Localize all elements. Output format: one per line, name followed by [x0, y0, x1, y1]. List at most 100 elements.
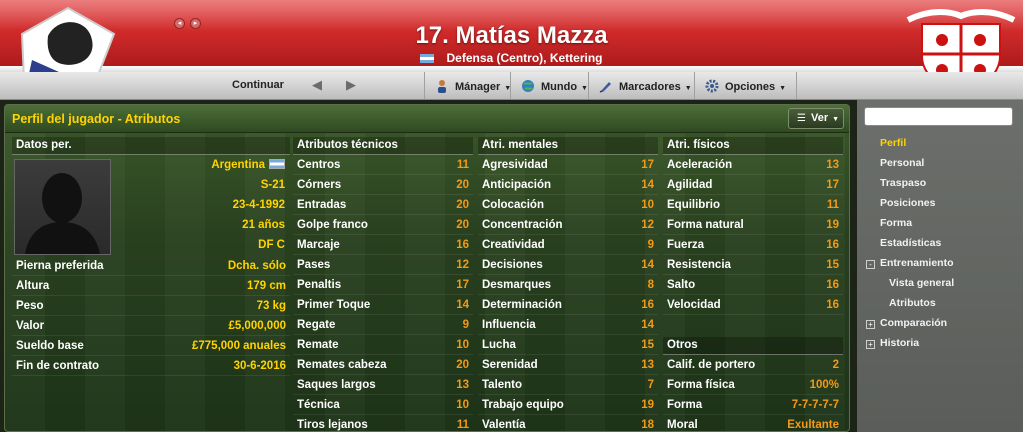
technical-row[interactable]: Penaltis 17	[293, 275, 473, 295]
sidebar-item[interactable]: + Comparación	[857, 315, 1023, 335]
physical-row[interactable]: Equilibrio 11	[663, 195, 843, 215]
personal-row[interactable]: Sueldo base £775,000 anuales	[12, 336, 290, 356]
others-value: 7-7-7-7-7	[791, 398, 839, 411]
collapse-icon[interactable]: -	[866, 260, 875, 269]
personal-label: Peso	[16, 299, 44, 312]
technical-value: 12	[456, 258, 469, 271]
sidebar-item[interactable]: Personal	[857, 155, 1023, 175]
technical-row[interactable]: Remate 10	[293, 335, 473, 355]
technical-row[interactable]: Tiros lejanos 11	[293, 415, 473, 431]
sidebar-item[interactable]: Posiciones	[857, 195, 1023, 215]
technical-row[interactable]: Remates cabeza 20	[293, 355, 473, 375]
sidebar-item[interactable]: Perfil	[857, 135, 1023, 155]
physical-row[interactable]: Forma natural 19	[663, 215, 843, 235]
panel-title: Perfil del jugador - Atributos	[12, 112, 181, 126]
mental-value: 12	[641, 218, 654, 231]
mental-row[interactable]: Serenidad 13	[478, 355, 658, 375]
world-menu[interactable]: Mundo ▼	[510, 72, 598, 99]
expand-icon[interactable]: +	[866, 340, 875, 349]
personal-row[interactable]: Peso 73 kg	[12, 296, 290, 316]
personal-row[interactable]: Fin de contrato 30-6-2016	[12, 356, 290, 376]
sidebar-item-label: Posiciones	[880, 197, 936, 209]
mental-row[interactable]: Decisiones 14	[478, 255, 658, 275]
other-attributes-column: Otros Calif. de portero 2 Forma física 100%…	[663, 337, 843, 431]
physical-row[interactable]: Velocidad 16	[663, 295, 843, 315]
others-row[interactable]: Calif. de portero 2	[663, 355, 843, 375]
technical-label: Saques largos	[297, 378, 376, 391]
mental-label: Agresividad	[482, 158, 548, 171]
sidebar-item[interactable]: Forma	[857, 215, 1023, 235]
mental-row[interactable]: Valentía 18	[478, 415, 658, 431]
technical-row[interactable]: Pases 12	[293, 255, 473, 275]
technical-value: 14	[456, 298, 469, 311]
personal-row[interactable]: Altura 179 cm	[12, 276, 290, 296]
mental-row[interactable]: Creatividad 9	[478, 235, 658, 255]
sidebar-item[interactable]: Traspaso	[857, 175, 1023, 195]
personal-value: 30-6-2016	[233, 359, 286, 372]
sidebar-item[interactable]: - Entrenamiento	[857, 255, 1023, 275]
personal-data-column: Datos per.	[12, 137, 290, 155]
technical-value: 17	[456, 278, 469, 291]
others-row[interactable]: Forma 7-7-7-7-7	[663, 395, 843, 415]
physical-row[interactable]: Salto 16	[663, 275, 843, 295]
mental-label: Serenidad	[482, 358, 538, 371]
mental-row[interactable]: Concentración 12	[478, 215, 658, 235]
mental-value: 18	[641, 418, 654, 431]
technical-row[interactable]: Marcaje 16	[293, 235, 473, 255]
forward-arrow-icon[interactable]: ▶	[346, 77, 356, 93]
sidebar-item[interactable]: Atributos	[857, 295, 1023, 315]
physical-value: 16	[826, 278, 839, 291]
sidebar-item[interactable]: Vista general	[857, 275, 1023, 295]
expand-icon[interactable]: +	[866, 320, 875, 329]
physical-attributes-column: Atri. físicos Aceleración 13 Agilidad 17 Equ…	[663, 137, 843, 315]
physical-row[interactable]: Aceleración 13	[663, 155, 843, 175]
continue-button[interactable]: Continuar	[232, 79, 284, 91]
personal-row[interactable]: Valor £5,000,000	[12, 316, 290, 336]
others-row[interactable]: Forma física 100%	[663, 375, 843, 395]
physical-row[interactable]: Fuerza 16	[663, 235, 843, 255]
mental-value: 17	[641, 158, 654, 171]
list-icon: ☰	[797, 113, 806, 124]
technical-row[interactable]: Primer Toque 14	[293, 295, 473, 315]
mental-row[interactable]: Determinación 16	[478, 295, 658, 315]
technical-row[interactable]: Córners 20	[293, 175, 473, 195]
others-label: Calif. de portero	[667, 358, 756, 371]
mental-row[interactable]: Trabajo equipo 19	[478, 395, 658, 415]
sidebar-item[interactable]: + Historia	[857, 335, 1023, 355]
manager-menu[interactable]: Mánager ▼	[424, 72, 521, 99]
technical-row[interactable]: Entradas 20	[293, 195, 473, 215]
main-toolbar: Continuar ◀ ▶ Mánager ▼ Mundo ▼ Marcadores…	[0, 72, 1023, 100]
options-menu[interactable]: Opciones ▼	[694, 72, 798, 99]
mental-row[interactable]: Talento 7	[478, 375, 658, 395]
national-squad: S-21	[260, 179, 285, 191]
mental-row[interactable]: Lucha 15	[478, 335, 658, 355]
physical-row[interactable]: Resistencia 15	[663, 255, 843, 275]
back-arrow-icon[interactable]: ◀	[312, 77, 322, 93]
technical-row[interactable]: Golpe franco 20	[293, 215, 473, 235]
mental-row[interactable]: Anticipación 14	[478, 175, 658, 195]
mental-row[interactable]: Influencia 14	[478, 315, 658, 335]
technical-value: 10	[456, 338, 469, 351]
technical-row[interactable]: Técnica 10	[293, 395, 473, 415]
mental-row[interactable]: Agresividad 17	[478, 155, 658, 175]
mental-row[interactable]: Desmarques 8	[478, 275, 658, 295]
mental-row[interactable]: Colocación 10	[478, 195, 658, 215]
search-input[interactable]	[864, 107, 1013, 126]
sidebar-item[interactable]: Estadísticas	[857, 235, 1023, 255]
personal-value: 73 kg	[256, 299, 286, 312]
mental-value: 14	[641, 178, 654, 191]
others-row[interactable]: Moral Exultante	[663, 415, 843, 431]
physical-value: 16	[826, 238, 839, 251]
personal-row[interactable]: Pierna preferida Dcha. sólo	[12, 256, 290, 276]
chevron-down-icon: ▼	[581, 85, 588, 92]
scores-menu[interactable]: Marcadores ▼	[588, 72, 702, 99]
technical-label: Primer Toque	[297, 298, 371, 311]
physical-row[interactable]: Agilidad 17	[663, 175, 843, 195]
others-label: Forma física	[667, 378, 735, 391]
player-position-club: Defensa (Centro), Kettering	[0, 51, 1023, 65]
view-button[interactable]: ☰ Ver ▼	[788, 108, 844, 129]
mental-value: 15	[641, 338, 654, 351]
technical-row[interactable]: Centros 11	[293, 155, 473, 175]
technical-row[interactable]: Saques largos 13	[293, 375, 473, 395]
technical-row[interactable]: Regate 9	[293, 315, 473, 335]
